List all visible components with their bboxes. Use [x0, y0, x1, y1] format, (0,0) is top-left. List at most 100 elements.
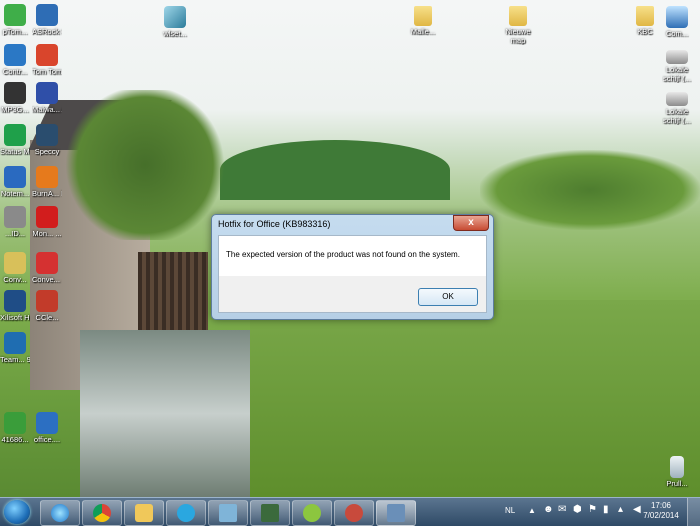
skype-icon	[177, 504, 195, 522]
mp3gain-icon[interactable]: MP3G...	[0, 82, 30, 114]
dialog-body: The expected version of the product was …	[218, 235, 487, 277]
local-disk-2-icon[interactable]: Lokale schijf (...	[662, 92, 692, 125]
taskbar-chrome[interactable]	[82, 500, 122, 526]
office-setup-icon[interactable]: office....	[32, 412, 62, 444]
network-tray-icon[interactable]: ☻	[543, 504, 554, 515]
monitor-app-label: Mon... ...	[32, 229, 62, 238]
wlset-label: wlset...	[163, 29, 187, 38]
clock-date: 7/02/2014	[643, 511, 679, 520]
tomtom-icon[interactable]: Tom Tom...	[32, 44, 62, 76]
wlset-icon[interactable]: wlset...	[160, 6, 190, 38]
status-monitor-glyph	[4, 124, 26, 146]
speccy-glyph	[36, 124, 58, 146]
trees-left	[60, 90, 230, 240]
mp3gain-label: MP3G...	[1, 105, 29, 114]
ccleaner-label: CCle...	[35, 313, 59, 322]
hotfix-dialog: Hotfix for Office (KB983316) x The expec…	[211, 214, 494, 320]
chrome-icon	[93, 504, 111, 522]
local-disk-1-label: Lokale schijf (...	[663, 65, 691, 83]
asrock-extreme-icon[interactable]: ASRock eXtre...	[32, 4, 62, 36]
security-tray-icon[interactable]: ⬢	[573, 504, 582, 515]
ccleaner-icon[interactable]: CCle...	[32, 290, 62, 322]
asrock-extreme-label: ASRock eXtre...	[32, 27, 62, 36]
language-indicator[interactable]: NL	[505, 506, 515, 515]
ccleaner-glyph	[36, 290, 58, 312]
show-hidden-icons-icon[interactable]: ▲	[528, 506, 536, 515]
notemap-glyph	[4, 166, 26, 188]
id-app-icon[interactable]: ...ID...	[0, 206, 30, 238]
burnaware-glyph	[36, 166, 58, 188]
status-monitor-icon[interactable]: Status Moni...	[0, 124, 30, 156]
close-button[interactable]: x	[453, 215, 489, 231]
converter2-glyph	[36, 252, 58, 274]
computer-icon[interactable]: Com...	[662, 6, 692, 38]
converter-icon[interactable]: Conv...	[0, 252, 30, 284]
recycle-bin-icon[interactable]: Prull...	[662, 456, 692, 488]
xilisoft-glyph	[4, 290, 26, 312]
monitor-app-icon[interactable]: Mon... ...	[32, 206, 62, 238]
converter2-icon[interactable]: Conve... ...	[32, 252, 62, 284]
malwarebytes-label: Malwa... Anti...	[32, 105, 62, 114]
converter2-label: Conve... ...	[32, 275, 62, 284]
taskbar-display[interactable]	[208, 500, 248, 526]
local-disk-1-icon[interactable]: Lokale schijf (...	[662, 50, 692, 83]
folder-kbc-icon[interactable]: KBC	[630, 6, 660, 36]
zip-file-glyph	[4, 412, 26, 434]
ptom-icon[interactable]: pTom...	[0, 4, 30, 36]
notemap-icon[interactable]: Notem...	[0, 166, 30, 198]
asrock-extreme-glyph	[36, 4, 58, 26]
local-disk-2-label: Lokale schijf (...	[663, 107, 691, 125]
mail-tray-icon[interactable]: ✉	[558, 504, 566, 515]
speccy-icon[interactable]: Speccy	[32, 124, 62, 156]
taskbar-installer[interactable]	[376, 500, 416, 526]
dialog-footer: OK	[218, 276, 487, 313]
battery-icon[interactable]: ▮	[603, 504, 609, 515]
zip-file-label: 41686...	[1, 435, 29, 444]
control-panel-label: Contr...	[2, 67, 28, 76]
taskbar-tool[interactable]	[334, 500, 374, 526]
speccy-label: Speccy	[34, 147, 60, 156]
taskbar-explorer[interactable]	[124, 500, 164, 526]
office-setup-glyph	[36, 412, 58, 434]
zip-file-icon[interactable]: 41686...	[0, 412, 30, 444]
start-button[interactable]	[4, 500, 30, 524]
internet-explorer-icon	[51, 504, 69, 522]
teamviewer-label: Team... 9	[0, 355, 30, 364]
folder-kbc-label: KBC	[637, 27, 653, 36]
folder-malle-icon[interactable]: Malle...	[408, 6, 438, 36]
tool-icon	[345, 504, 363, 522]
burnaware-icon[interactable]: BurnA... Free	[32, 166, 62, 198]
dialog-title: Hotfix for Office (KB983316)	[218, 219, 331, 229]
stream	[80, 330, 250, 497]
teamviewer-icon[interactable]: Team... 9	[0, 332, 30, 364]
recycle-bin-label: Prull...	[666, 479, 688, 488]
action-center-icon[interactable]: ⚑	[588, 504, 597, 515]
show-desktop-button[interactable]	[687, 498, 700, 526]
clock-time: 17:06	[650, 501, 672, 510]
taskbar-monitor[interactable]	[250, 500, 290, 526]
tomtom-label: Tom Tom...	[32, 67, 62, 76]
computer-label: Com...	[665, 29, 689, 38]
close-icon: x	[468, 217, 474, 228]
ok-button[interactable]: OK	[418, 288, 478, 306]
tree-hill	[220, 140, 450, 200]
taskbar: NL ▲ ☻ ✉ ⬢ ⚑ ▮ ▴ ◀ 17:06 7/02/2014	[0, 497, 700, 526]
wifi-icon[interactable]: ▴	[618, 504, 623, 515]
clock[interactable]: 17:06 7/02/2014	[640, 501, 682, 521]
teamviewer-glyph	[4, 332, 26, 354]
control-panel-icon[interactable]: Contr...	[0, 44, 30, 76]
malwarebytes-icon[interactable]: Malwa... Anti...	[32, 82, 62, 114]
trees-right	[480, 150, 700, 230]
ptom-glyph	[4, 4, 26, 26]
taskbar-skype[interactable]	[166, 500, 206, 526]
taskbar-ie[interactable]	[40, 500, 80, 526]
status-monitor-label: Status Moni...	[0, 147, 30, 156]
taskbar-app[interactable]	[292, 500, 332, 526]
folder-icon	[135, 504, 153, 522]
id-app-glyph	[4, 206, 26, 228]
burnaware-label: BurnA... Free	[32, 189, 62, 198]
xilisoft-icon[interactable]: Xilisoft HD Vi...	[0, 290, 30, 322]
malwarebytes-glyph	[36, 82, 58, 104]
green-app-icon	[303, 504, 321, 522]
folder-nieuwe-map-icon[interactable]: Nieuwe map	[503, 6, 533, 45]
